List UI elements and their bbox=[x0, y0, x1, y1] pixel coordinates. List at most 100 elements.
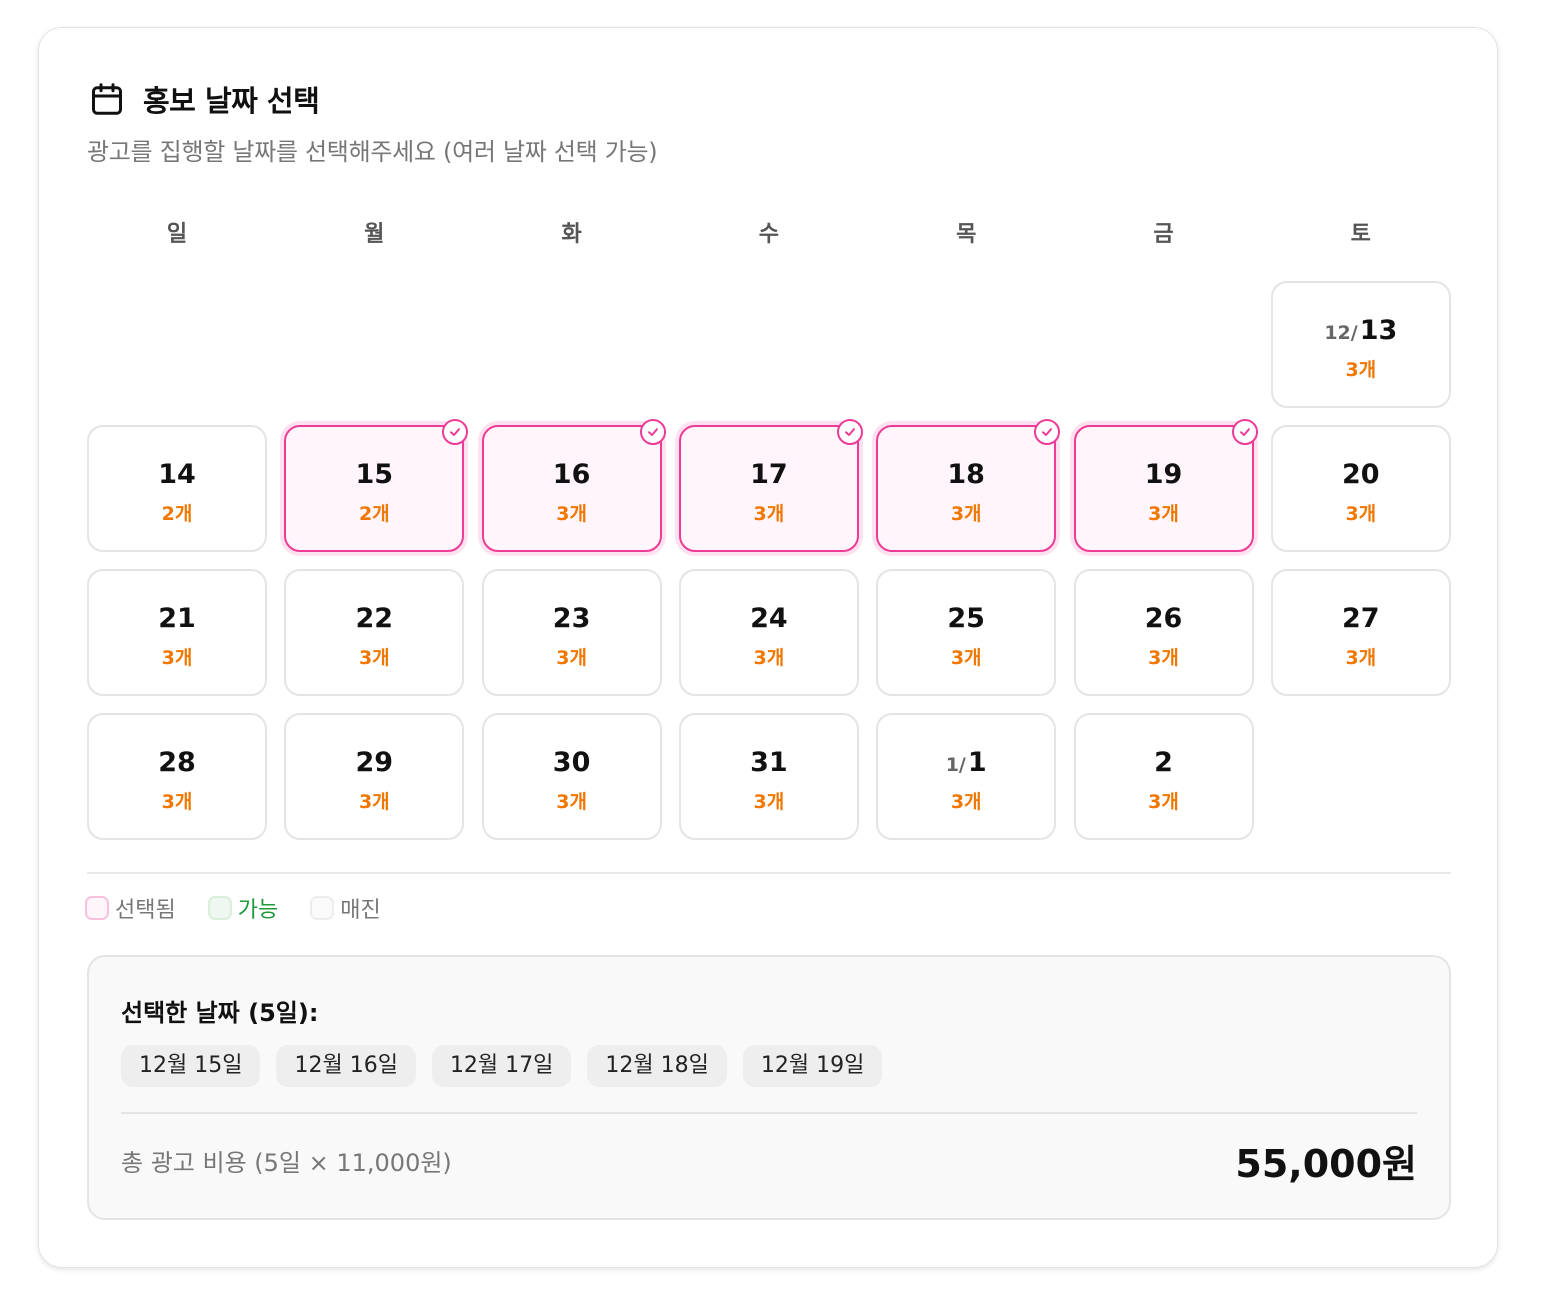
date-cell-count: 3개 bbox=[358, 791, 390, 813]
date-cell[interactable]: 29 3개 bbox=[284, 713, 465, 840]
date-cell-count: 3개 bbox=[358, 647, 390, 669]
date-cell[interactable]: 31 3개 bbox=[678, 713, 859, 840]
date-cell-count: 3개 bbox=[161, 791, 193, 813]
date-cell-day: 20 bbox=[1273, 459, 1449, 491]
date-cell-count: 3개 bbox=[1148, 503, 1179, 525]
date-cell-day: 18 bbox=[878, 459, 1054, 491]
legend-available: 가능 bbox=[207, 892, 279, 924]
date-cell-day-number: 18 bbox=[947, 459, 985, 490]
date-cell-day-number: 15 bbox=[355, 459, 394, 490]
date-cell[interactable]: 24 3개 bbox=[678, 569, 859, 696]
date-cell[interactable]: 30 3개 bbox=[481, 713, 662, 840]
date-cell-day-number: 21 bbox=[158, 603, 196, 634]
date-cell[interactable]: 1/1 3개 bbox=[876, 713, 1057, 840]
title-row: 홍보 날짜 선택 bbox=[89, 78, 320, 120]
date-cell-day: 30 bbox=[484, 747, 660, 779]
date-cell-day: 12/13 bbox=[1273, 315, 1449, 349]
date-cell-day: 1/1 bbox=[878, 747, 1054, 781]
date-cell-count: 3개 bbox=[950, 503, 982, 525]
weekday-label: 토 bbox=[1350, 222, 1371, 247]
date-picker-card: 홍보 날짜 선택 광고를 집행할 날짜를 선택해주세요 (여러 날짜 선택 가능… bbox=[38, 27, 1498, 1268]
page-title: 홍보 날짜 선택 bbox=[143, 84, 320, 118]
date-cell-day: 27 bbox=[1273, 603, 1449, 635]
date-cell[interactable]: 27 3개 bbox=[1270, 569, 1451, 696]
date-cell[interactable]: 16 3개 bbox=[481, 419, 666, 552]
selected-date-chip[interactable]: 12월 18일 bbox=[587, 1045, 727, 1087]
date-cell[interactable]: 17 3개 bbox=[678, 419, 863, 552]
check-circle-icon bbox=[639, 419, 666, 445]
date-cell-day: 17 bbox=[681, 459, 857, 491]
summary-divider bbox=[121, 1112, 1417, 1114]
date-cell-count: 3개 bbox=[1345, 503, 1377, 525]
selected-date-chip[interactable]: 12월 16일 bbox=[276, 1045, 416, 1087]
selection-summary: 선택한 날짜 (5일): 12월 15일 12월 16일 12월 17일 12월 18… bbox=[87, 955, 1451, 1220]
date-cell-count: 3개 bbox=[1345, 359, 1377, 381]
date-cell-day: 26 bbox=[1076, 603, 1252, 635]
date-cell-count: 3개 bbox=[950, 791, 982, 813]
date-cell-day: 31 bbox=[681, 747, 857, 779]
legend-selected: 선택됨 bbox=[85, 892, 176, 924]
selected-date-chip[interactable]: 12월 19일 bbox=[742, 1045, 883, 1087]
date-cell[interactable]: 22 3개 bbox=[284, 569, 465, 696]
date-cell-day-number: 13 bbox=[1359, 315, 1398, 346]
date-cell-day: 19 bbox=[1076, 459, 1252, 491]
date-cell-day-number: 16 bbox=[552, 459, 591, 490]
date-cell-day: 16 bbox=[484, 459, 660, 491]
date-cell[interactable]: 14 2개 bbox=[87, 425, 267, 552]
date-cell[interactable]: 19 3개 bbox=[1073, 419, 1258, 552]
date-cell-day-number: 17 bbox=[750, 459, 788, 490]
check-circle-icon bbox=[442, 419, 469, 445]
selected-date-chip[interactable]: 12월 15일 bbox=[121, 1045, 261, 1087]
selected-date-chip[interactable]: 12월 17일 bbox=[431, 1045, 572, 1087]
date-cell-day-number: 29 bbox=[355, 747, 394, 778]
legend-soldout-swatch bbox=[310, 896, 335, 920]
date-cell-count: 3개 bbox=[556, 791, 587, 813]
date-cell-day-number: 20 bbox=[1342, 459, 1380, 490]
date-cell[interactable]: 25 3개 bbox=[876, 569, 1057, 696]
date-cell-day-number: 1 bbox=[967, 747, 987, 778]
date-cell-day-number: 22 bbox=[355, 603, 394, 634]
date-cell[interactable]: 15 2개 bbox=[284, 419, 469, 552]
page-subtitle: 광고를 집행할 날짜를 선택해주세요 (여러 날짜 선택 가능) bbox=[87, 138, 658, 166]
date-cell-day: 2 bbox=[1076, 747, 1252, 779]
date-cell[interactable]: 28 3개 bbox=[87, 713, 267, 840]
date-cell-day: 23 bbox=[484, 603, 660, 635]
date-cell-day-number: 2 bbox=[1154, 747, 1173, 778]
weekday-label: 화 bbox=[561, 222, 582, 247]
legend-soldout: 매진 bbox=[310, 892, 381, 924]
date-cell[interactable]: 26 3개 bbox=[1073, 569, 1254, 696]
date-cell-count: 3개 bbox=[753, 791, 785, 813]
date-cell-day-number: 28 bbox=[158, 747, 196, 778]
date-cell-day: 24 bbox=[681, 603, 857, 635]
date-cell-day-number: 26 bbox=[1144, 603, 1183, 634]
date-cell[interactable]: 23 3개 bbox=[481, 569, 662, 696]
weekday-label: 수 bbox=[758, 222, 780, 247]
legend-available-label: 가능 bbox=[237, 898, 279, 923]
weekday-label: 일 bbox=[166, 222, 188, 247]
date-cell[interactable]: 20 3개 bbox=[1270, 425, 1451, 552]
date-cell-day-number: 24 bbox=[750, 603, 788, 634]
total-cost-value: 55,000원 bbox=[1235, 1142, 1417, 1186]
date-cell-day-number: 30 bbox=[552, 747, 591, 778]
calendar-grid: 12/13 3개 14 2개 15 2개 16 3개 17 3개 18 3개 19 3개 20 3개 21 3개 2… bbox=[87, 281, 1451, 841]
date-cell[interactable]: 2 3개 bbox=[1073, 713, 1254, 840]
date-cell-day-number: 25 bbox=[947, 603, 985, 634]
date-cell-day: 22 bbox=[286, 603, 462, 635]
summary-title: 선택한 날짜 (5일): bbox=[121, 999, 319, 1027]
date-cell-day-number: 23 bbox=[552, 603, 591, 634]
date-cell[interactable]: 18 3개 bbox=[876, 419, 1061, 552]
date-cell-day-number: 31 bbox=[750, 747, 788, 778]
date-cell-day: 15 bbox=[286, 459, 462, 491]
date-cell[interactable]: 12/13 3개 bbox=[1270, 281, 1451, 408]
legend: 선택됨 가능 매진 bbox=[85, 892, 413, 924]
date-cell-count: 3개 bbox=[1345, 647, 1377, 669]
check-circle-icon bbox=[1231, 419, 1258, 445]
weekday-label: 목 bbox=[956, 222, 977, 247]
check-circle-icon bbox=[836, 419, 863, 445]
legend-available-swatch bbox=[207, 896, 232, 920]
date-cell-day: 29 bbox=[286, 747, 462, 779]
date-cell-day-number: 14 bbox=[158, 459, 196, 490]
date-cell[interactable]: 21 3개 bbox=[87, 569, 267, 696]
date-cell-count: 2개 bbox=[358, 503, 390, 525]
legend-soldout-label: 매진 bbox=[340, 898, 381, 923]
